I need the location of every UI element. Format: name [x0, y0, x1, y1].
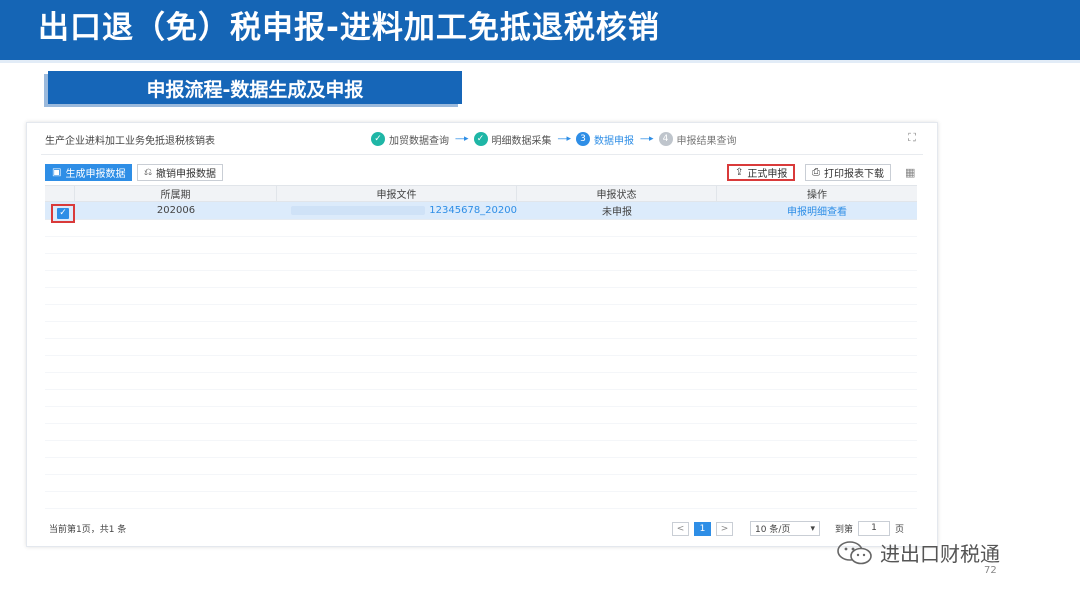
- step-label: 申报结果查询: [676, 135, 737, 147]
- table-header: 所属期 申报文件 申报状态 操作: [45, 185, 917, 202]
- step-4[interactable]: 4 申报结果查询: [658, 132, 737, 147]
- row-file-cell: 12345678_20200: [277, 202, 517, 219]
- header-checkbox-cell: [45, 186, 75, 201]
- revoke-data-button[interactable]: ⎌ 撤销申报数据: [137, 164, 223, 181]
- check-icon: ✓: [473, 132, 488, 146]
- table-row[interactable]: 202006 12345678_20200 未申报 申报明细查看: [45, 202, 917, 220]
- revoke-label: 撤销申报数据: [156, 169, 216, 180]
- step-2[interactable]: ✓ 明细数据采集: [473, 132, 552, 147]
- step-1[interactable]: ✓ 加贸数据查询: [371, 132, 449, 147]
- chevron-down-icon: ▾: [810, 523, 815, 534]
- step-arrow-icon: ----▸: [455, 134, 468, 144]
- upload-icon: ⇪: [735, 167, 744, 178]
- step-label: 加贸数据查询: [389, 135, 449, 147]
- row-status: 未申报: [602, 207, 632, 218]
- slide-title: 出口退（免）税申报-进料加工免抵退税核销: [38, 10, 660, 46]
- check-icon: ✓: [371, 132, 385, 146]
- row-checkbox[interactable]: ✓: [57, 208, 69, 219]
- watermark: 进出口财税通: [836, 538, 1000, 567]
- declaration-table: 所属期 申报文件 申报状态 操作 202006 12345678_20200 未…: [45, 185, 917, 510]
- current-page-button[interactable]: 1: [694, 521, 711, 536]
- print-download-button[interactable]: ⎙ 打印报表下载: [805, 164, 891, 181]
- header-action: 操作: [807, 190, 827, 201]
- row-period: 202006: [156, 205, 196, 216]
- generate-label: 生成申报数据: [65, 169, 126, 180]
- wechat-icon: [837, 540, 872, 564]
- page-unit: 页: [895, 525, 905, 535]
- formal-submit-button[interactable]: ⇪ 正式申报: [727, 164, 796, 181]
- print-label: 打印报表下载: [824, 169, 884, 180]
- step-number: 3: [576, 132, 591, 146]
- revoke-icon: ⎌: [144, 167, 152, 178]
- generate-icon: ▣: [52, 167, 62, 178]
- redacted-filename: [291, 206, 426, 215]
- view-details-link[interactable]: 申报明细查看: [717, 202, 917, 219]
- header-file: 申报文件: [277, 186, 517, 201]
- app-title: 生产企业进料加工业务免抵退税核销表: [45, 136, 215, 147]
- print-icon: ⎙: [812, 167, 820, 178]
- generate-data-button[interactable]: ▣ 生成申报数据: [45, 164, 133, 181]
- watermark-text: 进出口财税通: [880, 542, 1000, 566]
- step-number: 4: [658, 132, 673, 146]
- submit-label: 正式申报: [747, 169, 788, 180]
- step-arrow-icon: ----▸: [640, 134, 653, 144]
- next-page-button[interactable]: >: [716, 521, 733, 536]
- header-status: 申报状态: [517, 186, 717, 201]
- page-size-value: 10 条/页: [755, 525, 791, 535]
- prev-page-button[interactable]: <: [672, 521, 689, 536]
- step-progress: ✓ 加贸数据查询 ----▸ ✓ 明细数据采集 ----▸ 3 数据申报 ---…: [371, 131, 741, 147]
- header-divider: [0, 60, 1080, 63]
- pagination: < 1 > 10 条/页 ▾ 到第 1 页: [672, 521, 904, 536]
- header-period: 所属期: [75, 186, 277, 201]
- row-checkbox-highlight: ✓: [51, 204, 75, 223]
- column-settings-icon[interactable]: ▦: [905, 166, 915, 179]
- section-title: 申报流程-数据生成及申报: [146, 79, 364, 101]
- record-count: 当前第1页，共1 条: [49, 525, 127, 535]
- section-banner: 申报流程-数据生成及申报: [48, 71, 462, 104]
- step-3[interactable]: 3 数据申报: [576, 132, 634, 147]
- row-file[interactable]: 12345678_20200: [429, 205, 517, 216]
- divider: [41, 154, 923, 155]
- app-window: 生产企业进料加工业务免抵退税核销表 ✓ 加贸数据查询 ----▸ ✓ 明细数据采…: [26, 122, 938, 547]
- page-number: 72: [984, 565, 997, 576]
- slide-header: 出口退（免）税申报-进料加工免抵退税核销: [0, 0, 1080, 63]
- page-size-select[interactable]: 10 条/页 ▾: [750, 521, 820, 536]
- empty-table-area: [45, 220, 917, 510]
- step-arrow-icon: ----▸: [557, 134, 571, 144]
- goto-page-input[interactable]: 1: [858, 521, 891, 536]
- fullscreen-icon[interactable]: ⛶: [905, 131, 919, 145]
- step-label: 数据申报: [594, 135, 635, 147]
- goto-label: 到第: [835, 525, 854, 535]
- step-label: 明细数据采集: [491, 135, 552, 147]
